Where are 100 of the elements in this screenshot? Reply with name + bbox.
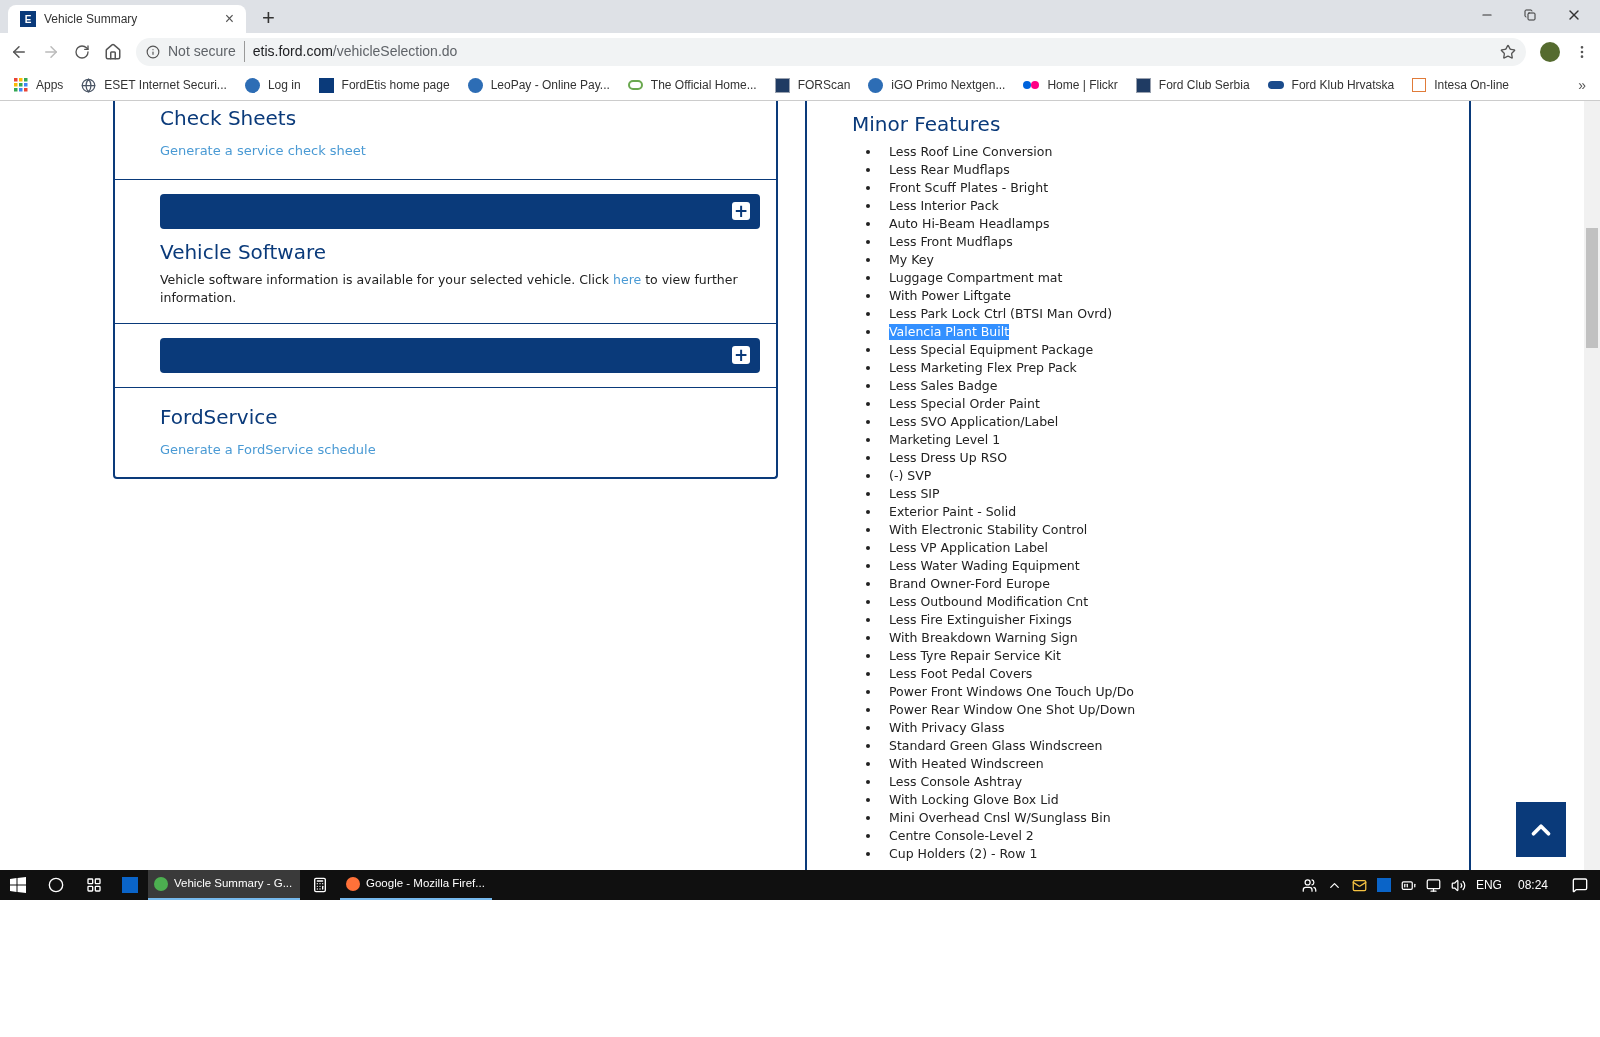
feature-item: Less Front Mudflaps	[889, 234, 1013, 250]
collapsed-section-bar[interactable]: +	[160, 337, 760, 373]
bullet-icon	[866, 222, 870, 226]
feature-item: Less Roof Line Conversion	[889, 144, 1053, 160]
feature-item: Brand Owner-Ford Europe	[889, 576, 1050, 592]
bookmark-item[interactable]: Intesa On-line	[1412, 76, 1509, 94]
bullet-icon	[866, 420, 870, 424]
feature-item: Less Outbound Modification Cnt	[889, 594, 1089, 610]
feature-item: Marketing Level 1	[889, 432, 1001, 448]
notification-icon[interactable]	[1572, 877, 1588, 893]
feature-item: Power Rear Window One Shot Up/Down	[889, 702, 1136, 718]
feature-item: Less Special Equipment Package	[889, 342, 1094, 358]
bookmark-item[interactable]: Home | Flickr	[1023, 76, 1118, 94]
bullet-icon	[866, 168, 870, 172]
bullet-icon	[866, 528, 870, 532]
feature-item: Exterior Paint - Solid	[889, 504, 1017, 520]
home-icon[interactable]	[104, 42, 122, 61]
round-logo-icon	[467, 77, 483, 93]
bullet-icon	[866, 834, 870, 838]
apps-grid-icon	[14, 78, 28, 92]
section-title: Check Sheets	[160, 105, 298, 132]
bullet-icon	[866, 600, 870, 604]
bullet-icon	[866, 726, 870, 730]
round-app-icon	[154, 877, 168, 891]
square-logo-icon	[1135, 77, 1151, 93]
feature-item: Less SIP	[889, 486, 940, 502]
expand-button[interactable]: +	[732, 202, 750, 220]
new-tab-button[interactable]: +	[262, 7, 275, 29]
clock-text[interactable]: 08:24	[1517, 876, 1548, 894]
bookmark-item[interactable]: Ford Klub Hrvatska	[1267, 76, 1395, 94]
bullet-icon	[866, 366, 870, 370]
feature-item: Less Sales Badge	[889, 378, 998, 394]
bookmark-item[interactable]: The Official Home...	[627, 76, 757, 94]
bullet-icon	[866, 150, 870, 154]
address-field[interactable]: Not secure etis.ford.com/vehicleSelection.do	[136, 37, 1526, 66]
windows-logo-icon[interactable]	[10, 877, 26, 893]
bullet-icon	[866, 798, 870, 802]
mail-icon[interactable]	[1351, 877, 1367, 893]
bookmark-item[interactable]: LeoPay - Online Pay...	[467, 76, 610, 94]
network-icon[interactable]	[1425, 877, 1441, 893]
feature-item: (-) SVP	[889, 468, 932, 484]
bookmark-item[interactable]: iGO Primo Nextgen...	[868, 76, 1006, 94]
feature-item: Less SVO Application/Label	[889, 414, 1059, 430]
two-dots-icon	[1023, 81, 1040, 89]
tab-title: Vehicle Summary	[44, 11, 139, 28]
language-indicator[interactable]: ENG	[1475, 876, 1502, 894]
scrollbar-thumb[interactable]	[1586, 228, 1598, 348]
feature-item: Less Interior Pack	[889, 198, 999, 214]
square-logo-icon	[774, 77, 790, 93]
browser-tab[interactable]: E Vehicle Summary ×	[8, 5, 246, 33]
tab-close-button[interactable]: ×	[224, 7, 234, 31]
bullet-icon	[866, 780, 870, 784]
task-view-icon[interactable]	[86, 877, 102, 893]
feature-item: With Heated Windscreen	[889, 756, 1044, 772]
bookmark-item[interactable]: Log in	[244, 76, 301, 94]
bookmark-item[interactable]: FordEtis home page	[318, 76, 450, 94]
bookmark-item[interactable]: Apps	[14, 76, 64, 94]
bookmark-item[interactable]: Ford Club Serbia	[1135, 76, 1250, 94]
feature-item: With Breakdown Warning Sign	[889, 630, 1078, 646]
feature-item: Front Scuff Plates - Bright	[889, 180, 1049, 196]
bullet-icon	[866, 258, 870, 262]
bullet-icon	[866, 204, 870, 208]
taskbar-app[interactable]: Vehicle Summary - G...	[148, 870, 300, 900]
people-icon[interactable]	[1301, 877, 1317, 893]
bullet-icon	[866, 636, 870, 640]
feature-item: Less Dress Up RSO	[889, 450, 1008, 466]
round-logo-icon	[244, 77, 260, 93]
bullet-icon	[866, 492, 870, 496]
feature-item: Less Special Order Paint	[889, 396, 1040, 412]
scroll-to-top-button[interactable]	[1516, 802, 1566, 857]
expand-button[interactable]: +	[732, 346, 750, 364]
bookmark-star-icon[interactable]	[1500, 43, 1516, 60]
panel-title: Minor Features	[852, 111, 1002, 138]
feature-item: With Power Liftgate	[889, 288, 1011, 304]
bullet-icon	[866, 402, 870, 406]
bookmark-item[interactable]: FORScan	[774, 76, 851, 94]
reload-icon[interactable]	[74, 43, 90, 60]
restore-icon[interactable]	[1524, 9, 1536, 21]
section-title: Vehicle Software	[160, 238, 328, 266]
bullet-icon	[866, 582, 870, 586]
feature-item: With Electronic Stability Control	[889, 522, 1088, 538]
bullet-icon	[866, 690, 870, 694]
bullet-icon	[866, 816, 870, 820]
bullet-icon	[866, 852, 870, 856]
bullet-icon	[866, 672, 870, 676]
more-bookmarks-button[interactable]: »	[1578, 74, 1586, 96]
bullet-icon	[866, 564, 870, 568]
bookmark-item[interactable]: ESET Internet Securi...	[81, 76, 227, 94]
calculator-icon[interactable]	[312, 877, 328, 893]
feature-item: Mini Overhead Cnsl W/Sunglass Bin	[889, 810, 1111, 826]
feature-item: Less Marketing Flex Prep Pack	[889, 360, 1077, 376]
round-logo-icon	[868, 77, 884, 93]
feature-item: Less VP Application Label	[889, 540, 1049, 556]
profile-avatar[interactable]	[1540, 41, 1560, 62]
taskbar-app[interactable]: Google - Mozilla Firef...	[340, 870, 492, 900]
collapsed-section-bar[interactable]: +	[160, 193, 760, 229]
search-icon[interactable]	[48, 877, 64, 893]
tab-favicon: E	[20, 11, 36, 27]
globe-icon	[81, 77, 97, 93]
volume-icon[interactable]	[1450, 877, 1466, 893]
